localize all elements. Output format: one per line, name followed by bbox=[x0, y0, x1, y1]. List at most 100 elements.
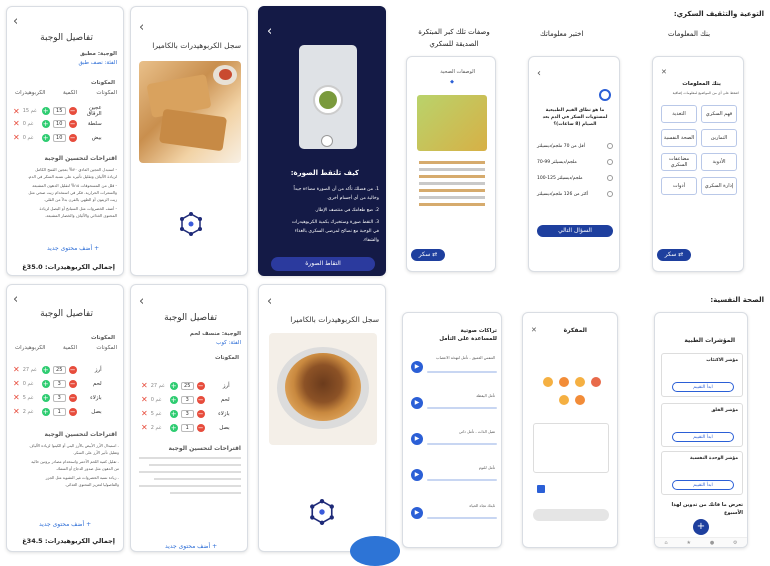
plus-icon[interactable]: + bbox=[41, 379, 50, 388]
delete-icon[interactable]: ✕ bbox=[13, 393, 20, 402]
plus-icon[interactable]: + bbox=[169, 409, 178, 418]
topic-card[interactable]: التمارين bbox=[701, 129, 737, 147]
track-progress[interactable] bbox=[427, 443, 497, 445]
qty-input[interactable]: 3 bbox=[180, 409, 194, 418]
mood-emoji-icon[interactable] bbox=[559, 395, 569, 405]
delete-icon[interactable]: ✕ bbox=[13, 379, 20, 388]
add-ingredient-link[interactable]: + أضف محتوى جديد bbox=[47, 245, 99, 252]
start-assessment-button[interactable]: ابدأ التقييم bbox=[672, 432, 734, 442]
track-progress[interactable] bbox=[427, 371, 497, 373]
radio-button[interactable] bbox=[607, 191, 613, 197]
mood-selector[interactable] bbox=[537, 377, 607, 407]
radio-button[interactable] bbox=[607, 159, 613, 165]
close-icon[interactable]: ✕ bbox=[531, 327, 537, 334]
mood-emoji-icon[interactable] bbox=[591, 377, 601, 387]
qty-input[interactable]: 25 bbox=[180, 381, 194, 390]
minus-icon[interactable]: − bbox=[68, 107, 77, 115]
quiz-option[interactable]: أقل من 70 ملجم/ديسيلتر bbox=[537, 143, 613, 149]
back-arrow-icon[interactable]: ‹ bbox=[139, 295, 144, 308]
close-icon[interactable]: ✕ bbox=[661, 69, 667, 76]
journal-textarea[interactable] bbox=[533, 423, 609, 473]
back-arrow-icon[interactable]: ‹ bbox=[267, 295, 272, 308]
start-assessment-button[interactable]: ابدأ التقييم bbox=[672, 382, 734, 392]
qty-input[interactable]: 10 bbox=[52, 133, 66, 142]
topic-card[interactable]: التغذية bbox=[661, 105, 697, 123]
delete-icon[interactable]: ✕ bbox=[13, 107, 20, 116]
back-arrow-icon[interactable]: ‹ bbox=[267, 25, 272, 38]
minus-icon[interactable]: − bbox=[68, 407, 77, 416]
delete-icon[interactable]: ✕ bbox=[141, 409, 148, 418]
play-icon[interactable]: ▶ bbox=[411, 397, 423, 409]
mood-emoji-icon[interactable] bbox=[543, 377, 553, 387]
nav-home-icon[interactable]: ⌂ bbox=[664, 540, 667, 546]
delete-icon[interactable]: ✕ bbox=[13, 133, 20, 142]
qty-input[interactable]: 3 bbox=[180, 395, 194, 404]
qty-input[interactable]: 10 bbox=[52, 119, 66, 128]
add-ingredient-link[interactable]: + أضف محتوى جديد bbox=[165, 543, 217, 550]
minus-icon[interactable]: − bbox=[196, 409, 205, 418]
track-progress[interactable] bbox=[427, 407, 497, 409]
back-arrow-icon[interactable]: ‹ bbox=[13, 15, 18, 28]
delete-icon[interactable]: ✕ bbox=[13, 365, 20, 374]
plus-icon[interactable]: + bbox=[169, 423, 178, 432]
delete-icon[interactable]: ✕ bbox=[13, 119, 20, 128]
back-arrow-icon[interactable]: ‹ bbox=[139, 21, 144, 34]
attach-icon[interactable] bbox=[537, 485, 545, 493]
plus-icon[interactable]: + bbox=[41, 107, 50, 115]
mood-emoji-icon[interactable] bbox=[575, 395, 585, 405]
plus-icon[interactable]: + bbox=[169, 395, 178, 404]
qty-input[interactable]: 1 bbox=[52, 407, 66, 416]
delete-icon[interactable]: ✕ bbox=[141, 423, 148, 432]
mood-emoji-icon[interactable] bbox=[559, 377, 569, 387]
minus-icon[interactable]: − bbox=[68, 119, 77, 128]
qty-input[interactable]: 3 bbox=[52, 379, 66, 388]
qty-input[interactable]: 25 bbox=[52, 365, 66, 374]
topic-card[interactable]: فهم السكري bbox=[701, 105, 737, 123]
quiz-option[interactable]: 100-125 ملجم/ديسيلتر bbox=[537, 175, 613, 181]
info-sugar-button[interactable]: سكر ⇄ bbox=[657, 249, 691, 261]
radio-button[interactable] bbox=[607, 143, 613, 149]
plus-icon[interactable]: + bbox=[41, 407, 50, 416]
play-icon[interactable]: ▶ bbox=[411, 433, 423, 445]
delete-icon[interactable]: ✕ bbox=[141, 395, 148, 404]
recipe-sugar-button[interactable]: سكر ⇄ bbox=[411, 249, 445, 261]
qty-input[interactable]: 3 bbox=[52, 393, 66, 402]
qty-input[interactable]: 1 bbox=[180, 423, 194, 432]
plus-icon[interactable]: + bbox=[41, 365, 50, 374]
play-icon[interactable]: ▶ bbox=[411, 507, 423, 519]
save-button[interactable] bbox=[533, 509, 609, 521]
topic-card[interactable]: مضاعفات السكري bbox=[661, 153, 697, 171]
topic-card[interactable]: الصحة النفسية bbox=[661, 129, 697, 147]
capture-photo-button[interactable]: التقاط الصورة bbox=[271, 257, 375, 271]
play-icon[interactable]: ▶ bbox=[411, 469, 423, 481]
nav-settings-icon[interactable]: ⚙ bbox=[733, 540, 737, 546]
minus-icon[interactable]: − bbox=[196, 423, 205, 432]
add-ingredient-link[interactable]: + أضف محتوى جديد bbox=[39, 521, 91, 528]
minus-icon[interactable]: − bbox=[68, 379, 77, 388]
delete-icon[interactable]: ✕ bbox=[141, 381, 148, 390]
track-progress[interactable] bbox=[427, 517, 497, 519]
add-entry-button[interactable]: + bbox=[693, 519, 709, 535]
plus-icon[interactable]: + bbox=[41, 393, 50, 402]
track-progress[interactable] bbox=[427, 479, 497, 481]
meal-category[interactable]: الفئة: نصف طبق bbox=[78, 60, 117, 66]
minus-icon[interactable]: − bbox=[196, 381, 205, 390]
back-arrow-icon[interactable]: ‹ bbox=[13, 293, 18, 306]
nav-profile-icon[interactable]: ● bbox=[710, 540, 714, 546]
minus-icon[interactable]: − bbox=[68, 393, 77, 402]
next-question-button[interactable]: السؤال التالي bbox=[537, 225, 613, 237]
topic-card[interactable]: أدوات bbox=[661, 177, 697, 195]
minus-icon[interactable]: − bbox=[196, 395, 205, 404]
topic-card[interactable]: الأدوية bbox=[701, 153, 737, 171]
play-icon[interactable]: ▶ bbox=[411, 361, 423, 373]
topic-card[interactable]: إدارة السكري bbox=[701, 177, 737, 195]
mood-emoji-icon[interactable] bbox=[575, 377, 585, 387]
quiz-option[interactable]: أكثر من 126 ملجم/ديسيلتر bbox=[537, 191, 613, 197]
plus-icon[interactable]: + bbox=[169, 381, 178, 390]
delete-icon[interactable]: ✕ bbox=[13, 407, 20, 416]
start-assessment-button[interactable]: ابدأ التقييم bbox=[672, 480, 734, 490]
plus-icon[interactable]: + bbox=[41, 133, 50, 142]
meal-category[interactable]: الفئة: كوب bbox=[216, 340, 241, 346]
nav-activity-icon[interactable]: ★ bbox=[686, 540, 690, 546]
minus-icon[interactable]: − bbox=[68, 133, 77, 142]
